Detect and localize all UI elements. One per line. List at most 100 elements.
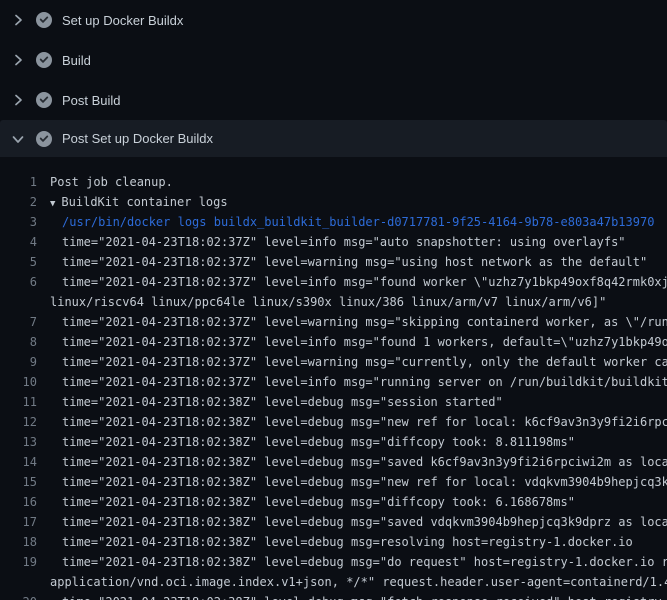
line-number[interactable]: 4 (0, 232, 37, 252)
line-text-content: time="2021-04-23T18:02:38Z" level=debug … (62, 435, 575, 449)
line-text: time="2021-04-23T18:02:38Z" level=debug … (50, 412, 667, 432)
line-text: time="2021-04-23T18:02:37Z" level=info m… (50, 232, 626, 252)
line-text: time="2021-04-23T18:02:38Z" level=debug … (50, 552, 667, 572)
line-number[interactable]: 2 (0, 192, 37, 212)
chevron-down-icon (10, 131, 26, 147)
line-text-content: time="2021-04-23T18:02:38Z" level=debug … (62, 555, 667, 569)
step-row-post-build[interactable]: Post Build (0, 80, 667, 120)
line-text-content: time="2021-04-23T18:02:38Z" level=debug … (62, 595, 667, 600)
step-title: Post Set up Docker Buildx (62, 131, 213, 146)
line-text-content: time="2021-04-23T18:02:38Z" level=debug … (62, 495, 575, 509)
line-number[interactable] (0, 292, 37, 312)
check-circle-icon (36, 12, 52, 28)
line-number[interactable] (0, 572, 37, 592)
log-line: 19 time="2021-04-23T18:02:38Z" level=deb… (0, 552, 667, 572)
log-line: 10 time="2021-04-23T18:02:37Z" level=inf… (0, 372, 667, 392)
line-text-content: application/vnd.oci.image.index.v1+json,… (50, 575, 667, 589)
line-number[interactable]: 13 (0, 432, 37, 452)
line-text-content: time="2021-04-23T18:02:37Z" level=info m… (62, 375, 667, 389)
line-number[interactable]: 17 (0, 512, 37, 532)
line-number[interactable]: 5 (0, 252, 37, 272)
line-text: time="2021-04-23T18:02:37Z" level=info m… (50, 372, 667, 392)
line-text: time="2021-04-23T18:02:38Z" level=debug … (50, 472, 667, 492)
log-line: 12 time="2021-04-23T18:02:38Z" level=deb… (0, 412, 667, 432)
step-row-post-set-up-docker-buildx[interactable]: Post Set up Docker Buildx (0, 120, 667, 157)
line-text: time="2021-04-23T18:02:38Z" level=debug … (50, 392, 503, 412)
step-title: Build (62, 53, 91, 68)
line-number[interactable]: 12 (0, 412, 37, 432)
line-text: time="2021-04-23T18:02:38Z" level=debug … (50, 592, 667, 600)
log-line: 9 time="2021-04-23T18:02:37Z" level=warn… (0, 352, 667, 372)
line-number[interactable]: 14 (0, 452, 37, 472)
line-text: /usr/bin/docker logs buildx_buildkit_bui… (50, 212, 654, 232)
line-text-content: BuildKit container logs (61, 195, 227, 209)
log-line: 8 time="2021-04-23T18:02:37Z" level=info… (0, 332, 667, 352)
log-line: 17 time="2021-04-23T18:02:38Z" level=deb… (0, 512, 667, 532)
line-text: time="2021-04-23T18:02:37Z" level=warnin… (50, 252, 647, 272)
log-line: 4 time="2021-04-23T18:02:37Z" level=info… (0, 232, 667, 252)
log-line: 16 time="2021-04-23T18:02:38Z" level=deb… (0, 492, 667, 512)
line-text: time="2021-04-23T18:02:37Z" level=info m… (50, 272, 667, 292)
actions-log-viewer: Set up Docker Buildx Build (0, 0, 667, 600)
line-text-content: time="2021-04-23T18:02:37Z" level=warnin… (62, 355, 667, 369)
line-text-content: time="2021-04-23T18:02:37Z" level=info m… (62, 335, 667, 349)
log-line: 20 time="2021-04-23T18:02:38Z" level=deb… (0, 592, 667, 600)
check-circle-icon (36, 92, 52, 108)
check-circle-icon (36, 52, 52, 68)
line-text-content: time="2021-04-23T18:02:37Z" level=warnin… (62, 255, 647, 269)
line-number[interactable]: 9 (0, 352, 37, 372)
line-number[interactable]: 7 (0, 312, 37, 332)
line-number[interactable]: 6 (0, 272, 37, 292)
chevron-right-icon (10, 12, 26, 28)
line-text: time="2021-04-23T18:02:38Z" level=debug … (50, 452, 667, 472)
log-line: 6 time="2021-04-23T18:02:37Z" level=info… (0, 272, 667, 292)
step-title: Set up Docker Buildx (62, 13, 183, 28)
line-number[interactable]: 20 (0, 592, 37, 600)
line-text: time="2021-04-23T18:02:37Z" level=warnin… (50, 352, 667, 372)
line-text: time="2021-04-23T18:02:37Z" level=warnin… (50, 312, 667, 332)
line-number[interactable]: 1 (0, 172, 37, 192)
line-text: ▼ BuildKit container logs (50, 192, 228, 212)
line-number[interactable]: 3 (0, 212, 37, 232)
line-text-content: linux/riscv64 linux/ppc64le linux/s390x … (50, 295, 606, 309)
line-text-content: time="2021-04-23T18:02:37Z" level=info m… (62, 235, 626, 249)
log-line: 14 time="2021-04-23T18:02:38Z" level=deb… (0, 452, 667, 472)
log-area: 1 Post job cleanup. 2 ▼ BuildKit containe… (0, 157, 667, 600)
line-text-content: time="2021-04-23T18:02:38Z" level=debug … (62, 455, 667, 469)
log-line: 1 Post job cleanup. (0, 172, 667, 192)
line-text: time="2021-04-23T18:02:37Z" level=info m… (50, 332, 667, 352)
line-number[interactable]: 15 (0, 472, 37, 492)
step-row-build[interactable]: Build (0, 40, 667, 80)
line-text-content: time="2021-04-23T18:02:37Z" level=warnin… (62, 315, 667, 329)
chevron-right-icon (10, 52, 26, 68)
steps-list: Set up Docker Buildx Build (0, 0, 667, 157)
log-line: 13 time="2021-04-23T18:02:38Z" level=deb… (0, 432, 667, 452)
log-line: 15 time="2021-04-23T18:02:38Z" level=deb… (0, 472, 667, 492)
log-line: 2 ▼ BuildKit container logs (0, 192, 667, 212)
line-text-content: time="2021-04-23T18:02:38Z" level=debug … (62, 475, 667, 489)
line-text: time="2021-04-23T18:02:38Z" level=debug … (50, 532, 633, 552)
line-text: application/vnd.oci.image.index.v1+json,… (50, 572, 667, 592)
line-number[interactable]: 16 (0, 492, 37, 512)
line-text-content: /usr/bin/docker logs buildx_buildkit_bui… (62, 215, 654, 229)
log-line: 3 /usr/bin/docker logs buildx_buildkit_b… (0, 212, 667, 232)
line-number[interactable]: 8 (0, 332, 37, 352)
line-text-content: time="2021-04-23T18:02:38Z" level=debug … (62, 415, 667, 429)
step-row-set-up-docker-buildx[interactable]: Set up Docker Buildx (0, 0, 667, 40)
line-text: time="2021-04-23T18:02:38Z" level=debug … (50, 492, 575, 512)
log-line: 18 time="2021-04-23T18:02:38Z" level=deb… (0, 532, 667, 552)
line-text-content: time="2021-04-23T18:02:38Z" level=debug … (62, 535, 633, 549)
line-number[interactable]: 18 (0, 532, 37, 552)
line-text: linux/riscv64 linux/ppc64le linux/s390x … (50, 292, 606, 312)
line-number[interactable]: 11 (0, 392, 37, 412)
line-text-content: time="2021-04-23T18:02:38Z" level=debug … (62, 515, 667, 529)
line-text-content: Post job cleanup. (50, 175, 173, 189)
line-text: time="2021-04-23T18:02:38Z" level=debug … (50, 432, 575, 452)
log-line: application/vnd.oci.image.index.v1+json,… (0, 572, 667, 592)
line-number[interactable]: 10 (0, 372, 37, 392)
chevron-right-icon (10, 92, 26, 108)
line-text-content: time="2021-04-23T18:02:38Z" level=debug … (62, 395, 503, 409)
log-line: linux/riscv64 linux/ppc64le linux/s390x … (0, 292, 667, 312)
line-number[interactable]: 19 (0, 552, 37, 572)
group-collapse-arrow-icon[interactable]: ▼ (50, 194, 55, 213)
